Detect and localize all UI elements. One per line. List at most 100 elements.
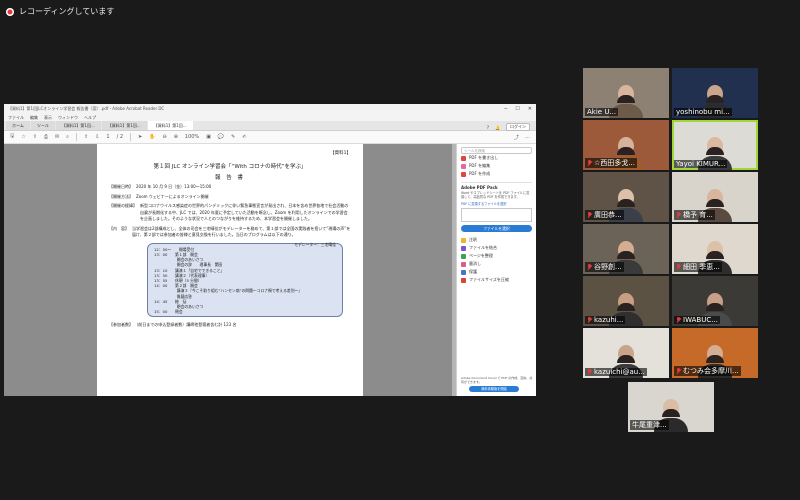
recording-label: レコーディングしています [19,7,115,16]
tool-label: ページを整理 [469,253,493,259]
mic-muted-icon [676,212,681,218]
page-number-input[interactable]: 1 [106,134,109,140]
tool-icon [461,261,466,267]
menu-view[interactable]: 表示 [44,115,52,121]
pen-icon[interactable]: ✎ [231,134,235,140]
field-method: 【開催方法】 Zoom ウェビナーによるオンライン開催 [109,193,209,199]
pdf-pack-title: Adobe PDF Pack [461,185,498,190]
participant-tile[interactable]: kazuichi@au... [583,328,669,378]
sign-icon[interactable]: ✍ [242,134,246,140]
participant-name-label: むつみ会多摩川... [674,366,741,376]
tool-icon [461,163,466,169]
comment-icon[interactable]: 💬 [218,134,224,140]
shared-screen-acrobat[interactable]: 【資料1】第1回JLCオンライン学習会 報告書（案）.pdf - Adobe A… [4,104,536,396]
more-tool-list: 注釈 ファイルを結合 ページを整理 墨消し 保護 ファイルサイズを圧縮 [461,236,532,284]
participant-tile[interactable]: 牛尾重津... [628,382,714,432]
participant-name: Yayoi KIMUR... [676,160,726,168]
close-icon[interactable]: ✕ [528,106,532,112]
zoom-out-icon[interactable]: ⊖ [162,134,166,140]
tool-item[interactable]: ページを整理 [461,252,532,260]
participant-tile[interactable]: 廣田恭... [583,172,669,222]
prev-page-icon[interactable]: ⇧ [84,134,88,140]
program-row: 15：00 閉会 [154,309,183,315]
tool-label: 注釈 [469,237,477,243]
tool-item[interactable]: 注釈 [461,236,532,244]
search-icon[interactable]: ⌕ [66,134,69,140]
participant-name-label: 廣田恭... [585,210,624,220]
tab-document-1[interactable]: 【資料1】第1回... [55,121,101,130]
tab-tools[interactable]: ツール [30,121,55,130]
participant-tile[interactable]: むつみ会多摩川... [672,328,758,378]
participant-name: IWABUC... [683,316,718,324]
maximize-icon[interactable]: ☐ [515,106,519,112]
tab-home[interactable]: ホーム [6,121,30,130]
menu-help[interactable]: ヘルプ [84,115,96,121]
tool-label: PDF を作成 [469,171,491,176]
pointer-icon[interactable]: ➤ [138,134,142,140]
tab-document-3[interactable]: 【資料1】第1回... [147,121,193,130]
print-icon[interactable]: ⎙ [44,134,48,140]
select-file-link[interactable]: PDF に変換するファイルを選択 [461,201,532,206]
more-icon[interactable]: … [525,134,530,141]
help-icon[interactable]: ? [487,125,489,130]
tool-icon [461,237,466,243]
upload-icon[interactable]: ⇪ [33,134,37,140]
tool-item[interactable]: PDF を書き出し [461,154,532,162]
tool-item[interactable]: PDF を編集 [461,162,532,170]
participant-name-label: yoshinobu mi... [674,108,732,116]
tool-icon [461,269,466,275]
minimize-icon[interactable]: ─ [504,106,507,112]
menu-edit[interactable]: 編集 [30,115,38,121]
select-file-button[interactable]: ファイルを選択 [461,225,532,233]
field-content: 【内 容】 当学習会は2部構成とし、全体の司会を三宅晴佳がモデレーターを務めて、… [109,225,351,238]
participant-tile[interactable]: ☆西田多戈... [583,120,669,170]
mic-muted-icon [587,369,592,375]
participant-tile[interactable]: IWABUC... [672,276,758,326]
participant-tile[interactable]: Akie U... [583,68,669,118]
tool-item[interactable]: PDF を作成 [461,170,532,178]
record-icon [6,7,14,16]
tool-item[interactable]: ファイルサイズを圧縮 [461,276,532,284]
window-title: 【資料1】第1回JLCオンライン学習会 報告書（案）.pdf - Adobe A… [8,106,165,111]
zoom-select[interactable]: 100% [185,134,199,140]
fit-page-icon[interactable]: ▣ [206,134,211,140]
participant-tile[interactable]: kazuhi... [583,276,669,326]
menu-bar: ファイル 編集 表示 ウィンドウ ヘルプ [4,114,536,121]
tool-item[interactable]: 保護 [461,268,532,276]
mail-icon[interactable]: ✉ [55,134,59,140]
bell-icon[interactable]: 🔔 [495,125,500,130]
participant-tile[interactable]: 谷野創... [583,224,669,274]
program-rows: 12：50～ 開場受付 13：00 第１部 開会 開会のあいさつ 開会の辞 理事長… [154,247,336,315]
document-title: 第１回 JLC オンライン学習会「“With コロナの時代”を学ぶ」 [153,164,307,170]
tool-label: PDF を編集 [469,163,491,168]
tool-icon [461,245,466,251]
file-drop-area[interactable] [461,208,532,223]
next-page-icon[interactable]: ⇩ [95,134,99,140]
document-view[interactable]: 【資料1】 第１回 JLC オンライン学習会「“With コロナの時代”を学ぶ」… [4,144,456,396]
tool-item[interactable]: ファイルを結合 [461,244,532,252]
tab-document-2[interactable]: 【資料1】第1回... [101,121,147,130]
participant-tile[interactable]: yoshinobu mi... [672,68,758,118]
participant-tile[interactable]: Yayoi KIMUR... [672,120,758,170]
participant-tile[interactable]: 橋予 育... [672,172,758,222]
participant-tile[interactable]: 細田 季恵... [672,224,758,274]
free-trial-button[interactable]: 無料体験版を開始 [469,386,519,392]
tool-icon [461,155,466,161]
hand-icon[interactable]: ✋ [149,134,155,140]
menu-file[interactable]: ファイル [8,115,24,121]
participant-name-label: kazuhi... [585,316,626,324]
star-icon[interactable]: ☆ [21,134,25,140]
zoom-in-icon[interactable]: ⊕ [174,134,178,140]
save-icon[interactable]: 🖫 [10,133,14,141]
participant-name-label: 橋予 育... [674,210,715,220]
participant-name: 牛尾重津... [632,421,667,429]
login-button[interactable]: ログイン [506,123,530,131]
tool-search-input[interactable]: ツールを検索 [461,147,532,154]
participant-name: むつみ会多摩川... [683,367,739,375]
tool-item[interactable]: 墨消し [461,260,532,268]
share-icon[interactable]: ⤴ [514,134,519,141]
participant-name: 廣田恭... [594,211,622,219]
participant-name: ☆西田多戈... [594,159,635,167]
menu-window[interactable]: ウィンドウ [58,115,78,121]
participant-name: kazuhi... [594,316,624,324]
